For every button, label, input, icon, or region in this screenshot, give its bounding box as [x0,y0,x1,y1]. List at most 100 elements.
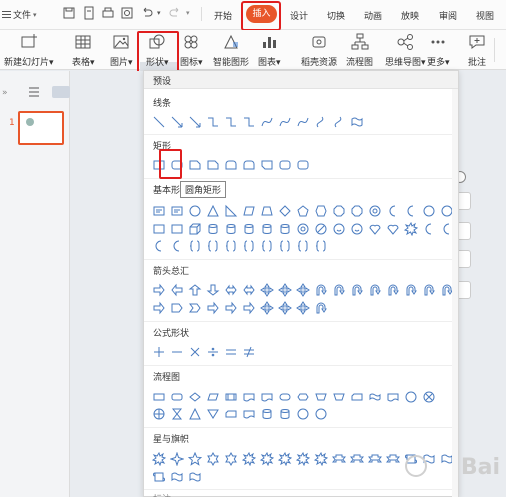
shape-arrowL-icon[interactable] [168,281,186,299]
shape-proc-icon[interactable] [150,388,168,406]
shape-rrect-icon[interactable] [276,156,294,174]
shape-bracket-icon[interactable] [240,237,258,255]
shape-ribbon-icon[interactable] [330,450,348,468]
shape-doc-icon[interactable] [240,405,258,423]
shape-penta-icon[interactable] [294,202,312,220]
shape-manual-icon[interactable] [312,388,330,406]
shape-arrowline-icon[interactable] [186,113,204,131]
shape-term-icon[interactable] [276,388,294,406]
tab-review[interactable]: 审阅 [439,9,457,22]
shape-moon-icon[interactable] [150,237,168,255]
shape-div-icon[interactable] [204,343,222,361]
shape-octa-icon[interactable] [330,202,348,220]
shape-elbow-icon[interactable] [222,113,240,131]
shape-burst-icon[interactable] [150,450,168,468]
flowchart-button[interactable]: 流程图 [346,32,373,68]
shape-uturn-icon[interactable] [402,281,420,299]
shape-nosym-icon[interactable] [312,220,330,238]
shape-moon-icon[interactable] [420,220,438,238]
shape-manual-icon[interactable] [330,388,348,406]
shape-trap-icon[interactable] [258,202,276,220]
shape-can-icon[interactable] [276,405,294,423]
shape-circle-icon[interactable] [402,388,420,406]
shape-can-icon[interactable] [258,405,276,423]
shape-arrowR-icon[interactable] [204,299,222,317]
tab-view[interactable]: 视图 [476,9,494,22]
file-menu[interactable]: 文件 ▾ [2,8,37,21]
shape-elbow-icon[interactable] [204,113,222,131]
shape-uturn-icon[interactable] [312,281,330,299]
shape-doc-icon[interactable] [240,388,258,406]
shape-snip-icon[interactable] [204,156,222,174]
shape-ribbon-icon[interactable] [348,450,366,468]
shape-smile-icon[interactable] [330,220,348,238]
shape-neq-icon[interactable] [240,343,258,361]
shape-collate-icon[interactable] [168,405,186,423]
tab-slideshow[interactable]: 放映 [401,9,419,22]
save-icon[interactable] [62,6,76,20]
shape-cross4-icon[interactable] [276,281,294,299]
shape-can-icon[interactable] [204,220,222,238]
shape-scurve-icon[interactable] [312,113,330,131]
shape-arrowR-icon[interactable] [222,299,240,317]
shape-circle-icon[interactable] [186,202,204,220]
shape-plus-icon[interactable] [150,343,168,361]
shape-heart-icon[interactable] [366,220,384,238]
icon-button[interactable]: 图标▾ [180,32,203,68]
table-button[interactable]: 表格▾ [72,32,95,68]
shape-merge-icon[interactable] [204,405,222,423]
shape-bracket-icon[interactable] [258,237,276,255]
shape-line-icon[interactable] [150,113,168,131]
shape-donut-icon[interactable] [366,202,384,220]
new-slide-button[interactable]: 新建幻灯片▾ [4,32,54,68]
shape-curve-icon[interactable] [258,113,276,131]
shape-burst-icon[interactable] [402,220,420,238]
shape-eq-icon[interactable] [222,343,240,361]
shape-can-icon[interactable] [222,220,240,238]
shape-arrowLR-icon[interactable] [222,281,240,299]
undo-dropdown-icon[interactable]: ▾ [157,9,165,23]
shape-rect-icon[interactable] [150,220,168,238]
shape-bracket-icon[interactable] [222,237,240,255]
slide-thumbnail[interactable] [18,111,64,145]
shape-doc-icon[interactable] [384,388,402,406]
redo-icon[interactable] [168,6,182,20]
smartart-button[interactable]: 智能图形 [213,32,249,68]
shape-cross4-icon[interactable] [294,299,312,317]
shape-arrowR-icon[interactable] [150,281,168,299]
tab-home[interactable]: 开始 [214,9,232,22]
shape-smile-icon[interactable] [348,220,366,238]
shape-predef-icon[interactable] [222,388,240,406]
print-icon[interactable] [101,6,115,20]
shape-tri-icon[interactable] [204,202,222,220]
panel-scrollbar[interactable] [452,89,458,497]
shape-wave-icon[interactable] [348,113,366,131]
shape-burst-icon[interactable] [258,450,276,468]
shape-star4-icon[interactable] [168,450,186,468]
shape-elbow-icon[interactable] [240,113,258,131]
tab-animation[interactable]: 动画 [364,9,382,22]
shape-curve-icon[interactable] [276,113,294,131]
shape-wave-icon[interactable] [186,468,204,486]
shape-burst-icon[interactable] [294,450,312,468]
shape-circle-icon[interactable] [420,202,438,220]
shape-star5-icon[interactable] [186,450,204,468]
shape-prep-icon[interactable] [294,388,312,406]
picture-button[interactable]: 图片▾ [110,32,133,68]
chart-button[interactable]: 图表▾ [258,32,281,68]
shape-uturn-icon[interactable] [384,281,402,299]
shape-sumj-icon[interactable] [420,388,438,406]
shape-rtri-icon[interactable] [222,202,240,220]
shape-snip-icon[interactable] [186,156,204,174]
tab-transitions[interactable]: 切换 [327,9,345,22]
shape-uturn-icon[interactable] [348,281,366,299]
shape-hexa-icon[interactable] [312,202,330,220]
shape-round1-icon[interactable] [240,156,258,174]
shape-can-icon[interactable] [258,220,276,238]
shape-curve-icon[interactable] [294,113,312,131]
shape-orj-icon[interactable] [150,405,168,423]
shape-cross4-icon[interactable] [258,299,276,317]
shape-round1-icon[interactable] [222,156,240,174]
export-pdf-icon[interactable] [82,6,96,20]
collapse-pane-icon[interactable]: » [2,88,8,98]
